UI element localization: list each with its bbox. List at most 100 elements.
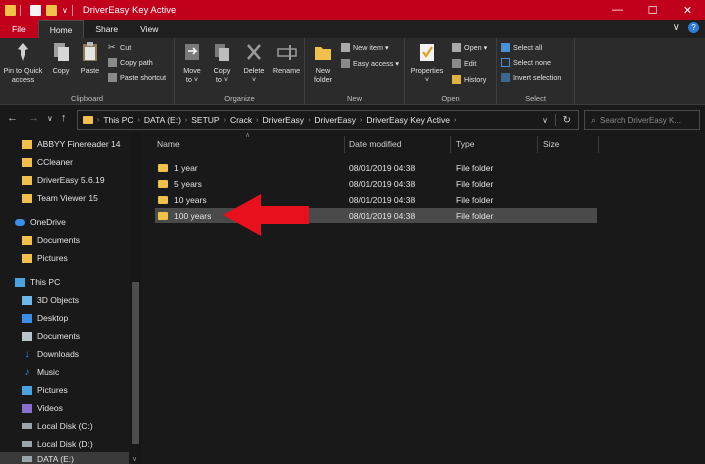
sidebar-scrollbar[interactable]: ∨: [130, 132, 141, 464]
nav-item-onedrive-documents[interactable]: Documents: [22, 232, 80, 248]
nav-item-onedrive-pictures[interactable]: Pictures: [22, 250, 68, 266]
copy-button[interactable]: Copy: [47, 41, 75, 75]
breadcrumb-separator-icon[interactable]: ›: [308, 117, 310, 124]
folder-icon: [158, 195, 168, 204]
address-bar[interactable]: › This PC › DATA (E:) › SETUP › Crack › …: [77, 110, 579, 130]
forward-arrow-icon[interactable]: →: [28, 112, 39, 124]
organize-group-label: Organize: [224, 94, 255, 103]
refresh-icon[interactable]: ↻: [563, 115, 571, 126]
column-header-date-modified[interactable]: Date modified: [349, 139, 401, 149]
breadcrumb-separator-icon[interactable]: ›: [138, 117, 140, 124]
properties-button[interactable]: Properties ˅: [407, 41, 447, 84]
new-folder-icon[interactable]: [46, 4, 57, 16]
breadcrumb-crack[interactable]: Crack: [230, 115, 252, 125]
quick-access-dropdown-icon[interactable]: ∨: [62, 6, 68, 15]
nav-item-local-disk-d[interactable]: Local Disk (D:): [22, 436, 93, 452]
column-divider[interactable]: [537, 136, 538, 153]
nav-item-team-viewer-15[interactable]: Team Viewer 15: [22, 190, 98, 206]
file-row[interactable]: 1 year 08/01/2019 04:38 File folder: [155, 160, 597, 175]
maximize-button[interactable]: ☐: [635, 0, 670, 20]
breadcrumb-separator-icon[interactable]: ›: [360, 117, 362, 124]
new-item-button[interactable]: New item ▾: [341, 43, 389, 52]
nav-item-label: Local Disk (C:): [37, 421, 93, 431]
history-button[interactable]: History: [452, 75, 486, 84]
tab-file[interactable]: File: [0, 20, 38, 38]
nav-item-this-pc[interactable]: This PC: [15, 274, 60, 290]
folder-icon: [158, 211, 168, 220]
breadcrumb-separator-icon[interactable]: ›: [454, 117, 456, 124]
rename-button[interactable]: Rename: [270, 41, 303, 75]
nav-item-label: Videos: [37, 403, 63, 413]
nav-item-3d-objects[interactable]: 3D Objects: [22, 292, 79, 308]
nav-item-label: Pictures: [37, 253, 68, 263]
pin-to-quick-access-button[interactable]: Pin to Quick access: [0, 41, 46, 84]
tab-share[interactable]: Share: [84, 20, 129, 38]
breadcrumb-separator-icon[interactable]: ›: [185, 117, 187, 124]
breadcrumb-this-pc[interactable]: This PC: [103, 115, 133, 125]
edit-button[interactable]: Edit: [452, 59, 476, 68]
cut-button[interactable]: ✂ Cut: [108, 43, 131, 53]
copy-path-button[interactable]: Copy path: [108, 58, 153, 67]
open-icon: [452, 43, 461, 52]
easy-access-button[interactable]: Easy access ▾: [341, 59, 399, 68]
select-all-button[interactable]: Select all: [501, 43, 542, 52]
close-button[interactable]: ✕: [670, 0, 705, 20]
breadcrumb-separator-icon[interactable]: ›: [224, 117, 226, 124]
file-name: 5 years: [174, 179, 202, 189]
nav-item-desktop[interactable]: Desktop: [22, 310, 68, 326]
copy-to-button[interactable]: Copy to ˅: [207, 41, 237, 84]
nav-item-abbyy-finereader-14[interactable]: ABBYY Finereader 14: [22, 136, 120, 152]
invert-selection-button[interactable]: Invert selection: [501, 73, 561, 82]
nav-item-drivereasy-5-6-19[interactable]: DriverEasy 5.6.19: [22, 172, 105, 188]
collapse-ribbon-icon[interactable]: ∨: [673, 22, 680, 33]
search-box[interactable]: ⌕ Search DriverEasy K...: [584, 110, 700, 130]
ribbon-tabs: File Home Share View: [0, 20, 705, 38]
nav-item-data-e[interactable]: DATA (E:): [0, 452, 129, 464]
breadcrumb-drivereasy-1[interactable]: DriverEasy: [263, 115, 305, 125]
column-header-type[interactable]: Type: [456, 139, 474, 149]
paste-shortcut-button[interactable]: Paste shortcut: [108, 73, 166, 82]
address-dropdown-icon[interactable]: ∨: [542, 116, 548, 125]
new-folder-button[interactable]: New folder: [309, 41, 337, 84]
select-none-button[interactable]: Select none: [501, 58, 551, 67]
nav-item-downloads[interactable]: ↓ Downloads: [22, 346, 80, 362]
nav-item-ccleaner[interactable]: CCleaner: [22, 154, 73, 170]
breadcrumb-drivereasy-key-active[interactable]: DriverEasy Key Active: [366, 115, 450, 125]
minimize-button[interactable]: —: [600, 0, 635, 20]
help-icon[interactable]: ?: [688, 22, 699, 33]
sidebar-scrollbar-thumb[interactable]: [132, 282, 139, 444]
breadcrumb-separator-icon[interactable]: ›: [97, 117, 99, 124]
column-divider[interactable]: [344, 136, 345, 153]
move-to-button[interactable]: Move to ˅: [177, 41, 207, 84]
tab-home[interactable]: Home: [37, 20, 85, 38]
scroll-down-arrow-icon[interactable]: ∨: [132, 455, 137, 463]
column-divider[interactable]: [450, 136, 451, 153]
recent-locations-chevron-icon[interactable]: ∨: [47, 114, 53, 123]
nav-item-music[interactable]: ♪ Music: [22, 364, 60, 380]
file-row[interactable]: 5 years 08/01/2019 04:38 File folder: [155, 176, 597, 191]
up-arrow-icon[interactable]: ↑: [61, 112, 67, 124]
nav-item-local-disk-c[interactable]: Local Disk (C:): [22, 418, 93, 434]
search-input[interactable]: Search DriverEasy K...: [600, 116, 681, 125]
back-arrow-icon[interactable]: ←: [7, 112, 18, 124]
nav-item-pictures[interactable]: Pictures: [22, 382, 68, 398]
invert-selection-icon: [501, 73, 510, 82]
nav-item-videos[interactable]: Videos: [22, 400, 63, 416]
nav-item-documents[interactable]: Documents: [22, 328, 80, 344]
tab-view[interactable]: View: [129, 20, 169, 38]
breadcrumb-separator-icon[interactable]: ›: [256, 117, 258, 124]
nav-item-onedrive[interactable]: OneDrive: [15, 214, 66, 230]
column-divider[interactable]: [598, 136, 599, 153]
delete-button[interactable]: Delete ˅: [239, 41, 269, 84]
breadcrumb-drivereasy-2[interactable]: DriverEasy: [314, 115, 356, 125]
column-header-size[interactable]: Size: [543, 139, 560, 149]
nav-item-label: Documents: [37, 331, 80, 341]
folder-icon: [22, 253, 32, 263]
breadcrumb-data-e[interactable]: DATA (E:): [144, 115, 181, 125]
open-button[interactable]: Open ▾: [452, 43, 487, 52]
properties-check-icon[interactable]: [30, 4, 41, 16]
paste-button[interactable]: Paste: [76, 41, 104, 75]
breadcrumb-setup[interactable]: SETUP: [191, 115, 219, 125]
column-header-name[interactable]: Name: [157, 139, 180, 149]
folder-icon: [22, 157, 32, 167]
